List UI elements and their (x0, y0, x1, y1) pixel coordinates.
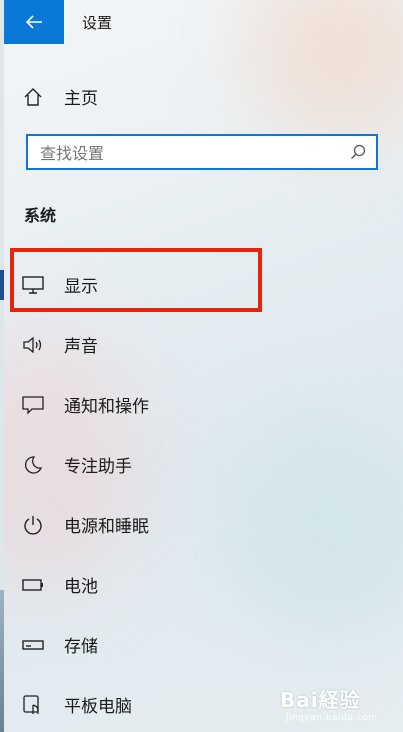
sidebar-item-label: 专注助手 (64, 457, 132, 477)
tablet-icon (22, 694, 44, 716)
window-left-edge (0, 0, 4, 732)
sidebar-item-label: 存储 (64, 637, 98, 657)
watermark-brand: Bai経验 (280, 688, 361, 712)
search-box[interactable] (26, 134, 378, 170)
sidebar-item-label: 通知和操作 (64, 397, 149, 417)
sidebar-item-label: 电池 (64, 577, 98, 597)
home-link[interactable]: 主页 (22, 84, 98, 109)
sidebar-item-sound[interactable]: 声音 (22, 332, 98, 357)
home-icon (22, 86, 44, 108)
speaker-icon (22, 334, 44, 356)
selected-indicator (0, 270, 4, 300)
sidebar-item-label: 声音 (64, 337, 98, 357)
sidebar-item-label: 电源和睡眠 (64, 517, 149, 537)
section-title: 系统 (24, 206, 57, 225)
search-input[interactable] (38, 139, 342, 167)
back-arrow-icon (25, 15, 42, 29)
notification-icon (22, 394, 44, 416)
power-icon (22, 514, 44, 536)
window-title: 设置 (82, 14, 113, 32)
title-bar: 设置 (0, 0, 403, 46)
battery-icon (22, 574, 44, 596)
sidebar-item-battery[interactable]: 电池 (22, 572, 98, 597)
back-button[interactable] (4, 0, 64, 44)
storage-icon (22, 634, 44, 656)
search-icon[interactable] (350, 144, 366, 164)
sidebar-item-power-sleep[interactable]: 电源和睡眠 (22, 512, 149, 537)
sidebar-item-focus-assist[interactable]: 专注助手 (22, 452, 132, 477)
sidebar-item-storage[interactable]: 存储 (22, 632, 98, 657)
sidebar-item-label: 平板电脑 (64, 697, 132, 717)
watermark: Bai経验 jingyan.baidu.com (280, 684, 378, 723)
moon-icon (22, 454, 44, 476)
sidebar-item-tablet[interactable]: 平板电脑 (22, 692, 132, 717)
sidebar-item-notifications[interactable]: 通知和操作 (22, 392, 149, 417)
home-label: 主页 (64, 89, 98, 109)
highlight-box (10, 248, 262, 312)
watermark-url: jingyan.baidu.com (286, 713, 378, 723)
